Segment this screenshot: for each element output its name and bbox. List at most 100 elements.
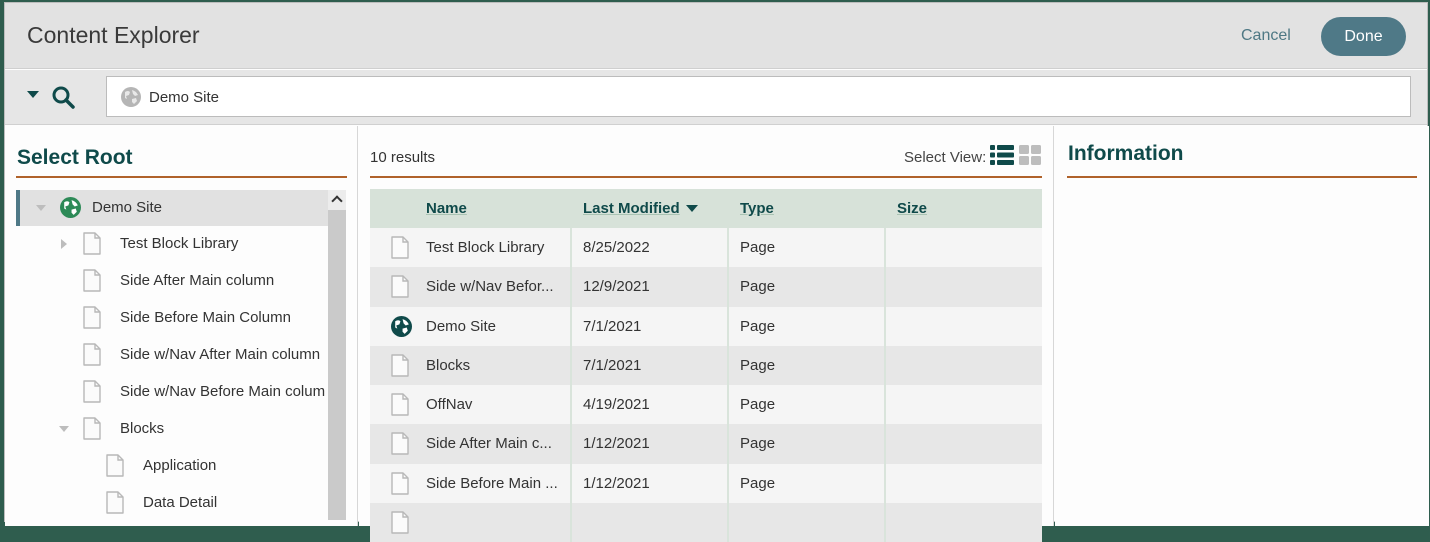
table-row[interactable]: Side Before Main ... 1/12/2021 Page [370, 463, 1042, 504]
column-divider [884, 463, 886, 504]
page-icon [391, 432, 409, 460]
expand-toggle-icon[interactable] [59, 426, 69, 432]
globe-icon [121, 87, 141, 107]
table-row[interactable]: Demo Site 7/1/2021 Page [370, 306, 1042, 346]
cell-type: Page [740, 474, 776, 492]
page-icon [391, 275, 409, 303]
cell-type: Page [740, 317, 776, 335]
table-row[interactable]: Test Block Library 8/25/2022 Page [370, 228, 1042, 268]
caret-down-icon[interactable] [27, 91, 39, 98]
tree-item[interactable]: Data Detail [16, 485, 328, 520]
column-divider [570, 424, 572, 464]
results-table: Name Last Modified Type Size Test Block … [370, 189, 1042, 542]
page-icon [83, 306, 101, 329]
cell-type: Page [740, 239, 776, 256]
page-icon [83, 380, 101, 403]
page-icon [391, 511, 409, 539]
table-row[interactable]: Side After Main c... 1/12/2021 Page [370, 424, 1042, 464]
tree-item-label: Side Before Main Column [120, 309, 291, 326]
information-title: Information [1068, 142, 1184, 165]
cell-type: Page [740, 396, 776, 414]
tree-item-label: Data Detail [143, 494, 218, 511]
results-panel: 10 results Select View: Name Last Modifi… [359, 126, 1054, 542]
column-last-modified[interactable]: Last Modified [583, 200, 698, 218]
table-row[interactable]: Side w/Nav Befor... 12/9/2021 Page [370, 267, 1042, 307]
column-divider [884, 267, 886, 307]
search-bar: Demo Site [5, 70, 1427, 125]
table-body: Test Block Library 8/25/2022 Page Side w/Na… [370, 228, 1042, 542]
cell-last-modified: 4/19/2021 [583, 396, 650, 414]
cell-name: Side w/Nav Befor... [426, 278, 554, 296]
cell-name: OffNav [426, 396, 473, 414]
tree-item[interactable]: Side w/Nav Before Main colum [16, 374, 328, 410]
cell-last-modified: 12/9/2021 [583, 278, 650, 296]
table-row[interactable]: OffNav 4/19/2021 Page [370, 385, 1042, 425]
search-icon[interactable] [51, 85, 75, 109]
select-root-panel: Select Root Demo Site Test Block Library S… [5, 126, 358, 526]
column-size[interactable]: Size [897, 200, 927, 217]
column-divider [570, 385, 572, 425]
search-value: Demo Site [149, 89, 220, 106]
cell-name: Side After Main c... [426, 435, 552, 453]
column-divider [570, 463, 572, 504]
page-icon [391, 354, 409, 382]
column-last-modified-label: Last Modified [583, 200, 680, 217]
column-divider [727, 463, 729, 504]
tree-item-label: Application [143, 457, 217, 474]
tree-item[interactable]: Demo Site [16, 190, 328, 226]
cell-name: Test Block Library [426, 239, 545, 256]
tree-item[interactable]: Side Before Main Column [16, 300, 328, 336]
column-divider [727, 424, 729, 464]
column-divider [570, 306, 572, 346]
scroll-up-button[interactable] [328, 190, 346, 210]
cancel-button[interactable]: Cancel [1241, 27, 1291, 45]
content-explorer-dialog: Content Explorer Cancel Done Demo Site S… [4, 2, 1429, 542]
column-type[interactable]: Type [740, 200, 774, 217]
column-divider [727, 267, 729, 307]
column-divider [727, 306, 729, 346]
divider [370, 176, 1042, 178]
page-icon [83, 343, 101, 366]
done-button[interactable]: Done [1321, 17, 1406, 56]
collapse-toggle-icon[interactable] [61, 239, 67, 249]
cell-type: Page [740, 356, 776, 374]
page-icon [391, 236, 409, 264]
tree-item-label: Blocks [120, 420, 165, 437]
list-view-icon[interactable] [990, 145, 1014, 165]
tree-item-label: Test Block Library [120, 235, 239, 252]
column-divider [884, 424, 886, 464]
tree-item[interactable]: Application [16, 448, 328, 484]
column-divider [884, 385, 886, 425]
grid-view-icon[interactable] [1019, 145, 1041, 165]
dialog-header: Content Explorer Cancel Done [5, 3, 1427, 69]
select-view-label: Select View: [904, 149, 987, 166]
cell-type: Page [740, 435, 776, 453]
tree-item-label: Side w/Nav Before Main colum [120, 383, 326, 400]
tree-item[interactable]: Blocks [16, 411, 328, 447]
cell-last-modified: 8/25/2022 [583, 239, 650, 256]
table-row[interactable]: Blocks 7/1/2021 Page [370, 345, 1042, 386]
table-header: Name Last Modified Type Size [370, 189, 1042, 228]
chevron-up-icon [331, 195, 343, 207]
tree-scrollbar[interactable] [328, 190, 346, 520]
column-name[interactable]: Name [426, 200, 467, 217]
cell-last-modified: 7/1/2021 [583, 317, 642, 335]
table-row[interactable] [370, 503, 1042, 542]
cell-name: Blocks [426, 356, 471, 374]
tree-item[interactable]: Side After Main column [16, 263, 328, 299]
cell-type: Page [740, 278, 776, 296]
page-icon [106, 491, 124, 514]
tree-item-label: Side w/Nav After Main column [120, 346, 321, 363]
tree-item[interactable]: Test Block Library [16, 226, 328, 262]
column-divider [727, 345, 729, 386]
tree-item[interactable]: Side w/Nav After Main column [16, 337, 328, 373]
column-divider [884, 306, 886, 346]
column-divider [884, 228, 886, 268]
search-input[interactable]: Demo Site [106, 76, 1411, 117]
expand-toggle-icon[interactable] [36, 205, 46, 211]
information-panel: Information [1055, 126, 1429, 526]
divider [16, 176, 347, 178]
globe-icon [391, 315, 412, 342]
select-root-title: Select Root [17, 146, 133, 169]
tree-item-label: Side After Main column [120, 272, 275, 289]
